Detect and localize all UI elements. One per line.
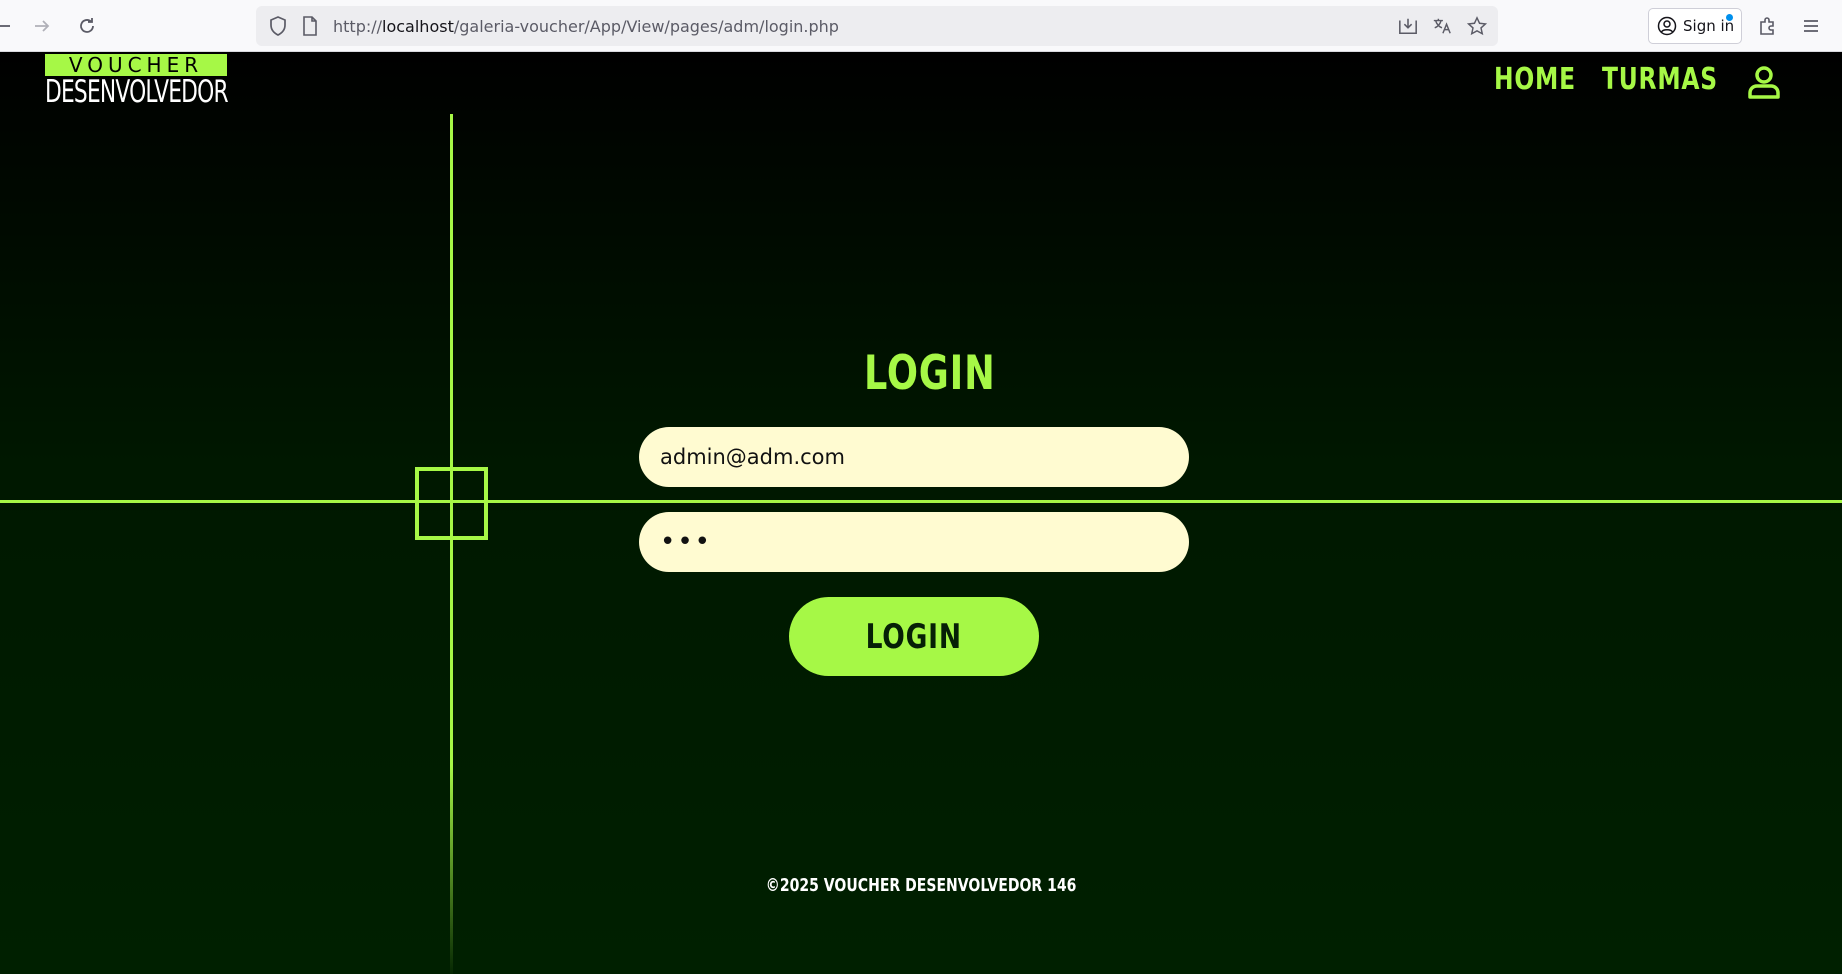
footer-copyright: ©2025 VOUCHER DESENVOLVEDOR 146 <box>765 875 1077 896</box>
translate-icon[interactable] <box>1432 16 1452 36</box>
star-icon[interactable] <box>1467 16 1487 36</box>
login-button-label: LOGIN <box>865 616 963 657</box>
url-bar[interactable]: http://localhost/galeria-voucher/App/Vie… <box>256 6 1498 46</box>
reload-icon[interactable] <box>73 12 101 40</box>
email-field[interactable]: admin@adm.com <box>639 427 1189 487</box>
browser-toolbar: http://localhost/galeria-voucher/App/Vie… <box>0 0 1842 52</box>
forward-icon[interactable] <box>28 12 56 40</box>
nav-home-link[interactable]: HOME <box>1494 62 1576 97</box>
decorative-horizontal-line <box>0 500 1842 503</box>
login-title: LOGIN <box>864 346 996 401</box>
download-icon[interactable] <box>1398 16 1418 36</box>
url-text[interactable]: http://localhost/galeria-voucher/App/Vie… <box>333 17 839 36</box>
logo-bottom-text: DESENVOLVEDOR <box>45 74 229 110</box>
nav-turmas-link[interactable]: TURMAS <box>1602 62 1718 97</box>
account-icon <box>1657 16 1677 36</box>
page-content: VOUCHER DESENVOLVEDOR HOME TURMAS LOGIN … <box>0 52 1842 974</box>
notification-dot <box>1726 14 1733 21</box>
sign-in-button[interactable]: Sign in <box>1648 8 1742 44</box>
login-button[interactable]: LOGIN <box>789 597 1039 676</box>
logo-top-text: VOUCHER <box>45 54 227 76</box>
decorative-crosshair-box <box>415 467 488 540</box>
menu-icon[interactable] <box>1797 12 1825 40</box>
password-field[interactable]: ••• <box>639 512 1189 572</box>
back-icon[interactable] <box>0 12 18 40</box>
extensions-icon[interactable] <box>1753 12 1781 40</box>
page-icon[interactable] <box>300 16 320 36</box>
user-icon[interactable] <box>1746 64 1782 100</box>
shield-icon[interactable] <box>268 16 288 36</box>
decorative-vertical-line <box>450 114 453 974</box>
site-logo[interactable]: VOUCHER DESENVOLVEDOR <box>45 54 229 110</box>
